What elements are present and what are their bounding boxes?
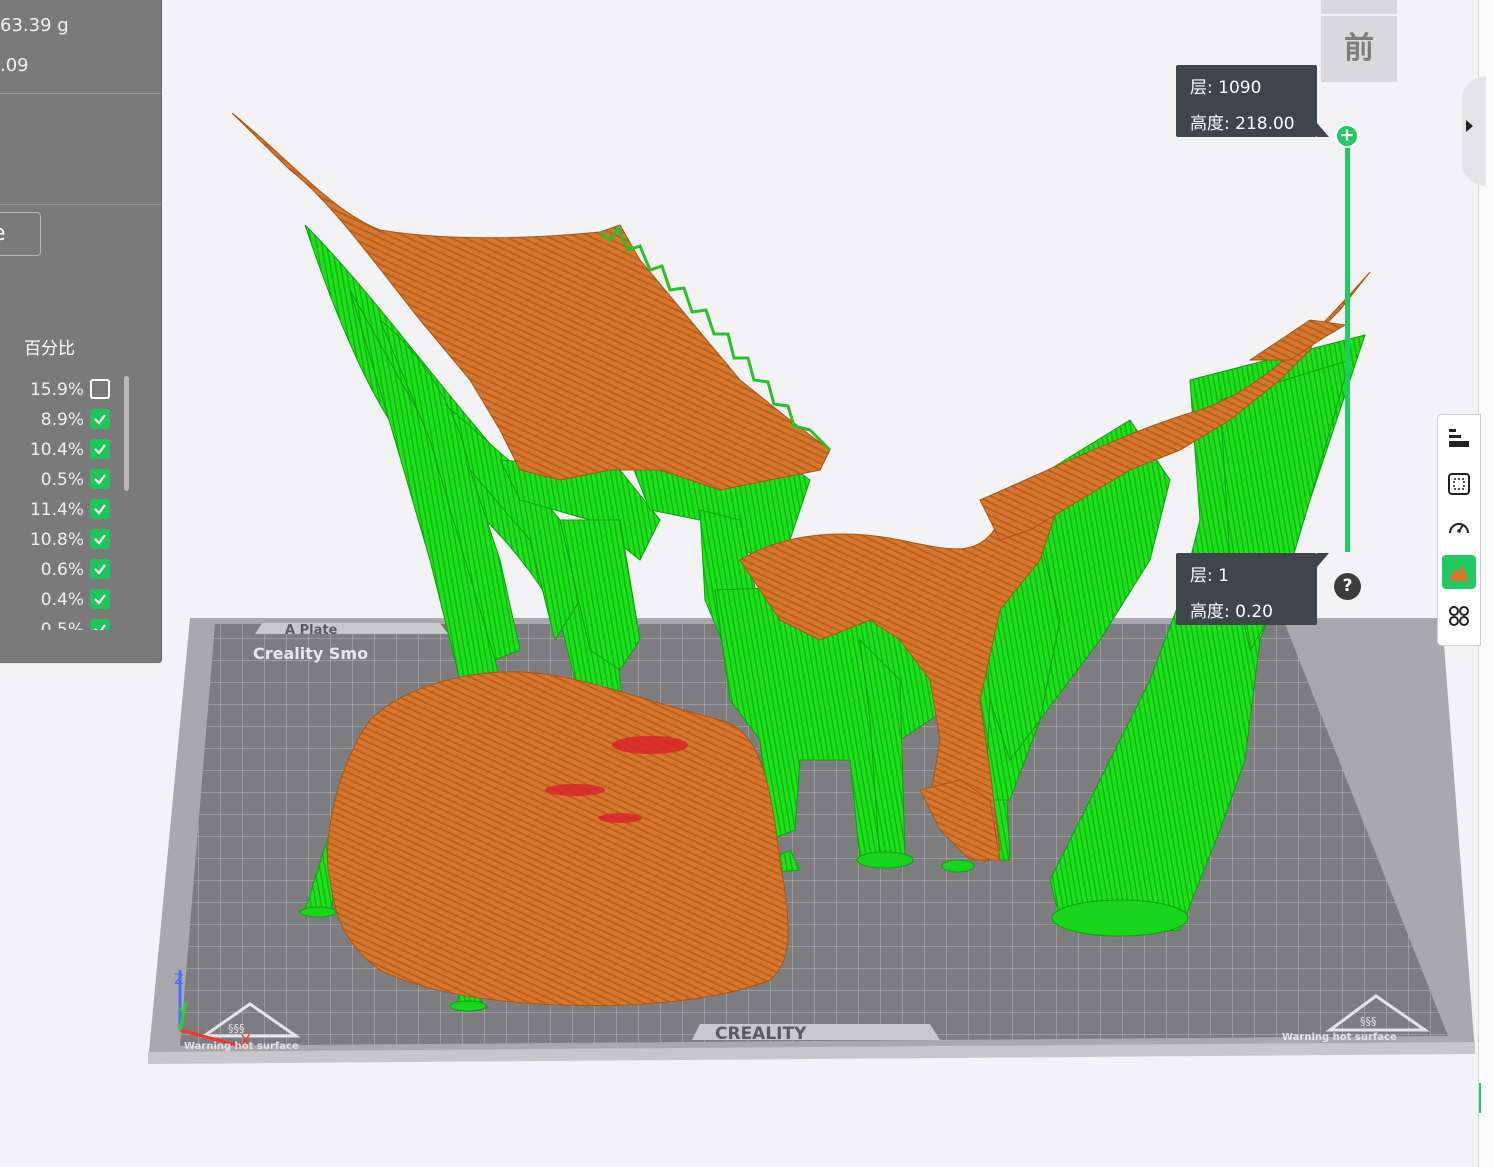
layer-tooltip-top: 层: 1090 高度: 218.00 — [1176, 65, 1329, 137]
percent-list-item[interactable]: 0.5% — [0, 466, 112, 496]
model-color-icon[interactable] — [1442, 555, 1476, 589]
percent-value: 0.6% — [40, 560, 84, 580]
layer-slider-top-handle[interactable]: + — [1335, 124, 1359, 148]
plate-warning-left: Warning hot surface — [184, 1041, 299, 1052]
slice-info-panel: 63.39 g .09 e 百分比 15.9% 8.9% 10.4% 0.5% 11.4… — [0, 0, 162, 663]
plate-name: A Plate — [285, 623, 338, 638]
bounding-box-icon[interactable] — [1442, 467, 1476, 501]
percent-list[interactable]: 15.9% 8.9% 10.4% 0.5% 11.4% 10.8% 0.6% 0.4% 0.5% — [0, 376, 120, 630]
percent-list-item[interactable]: 0.6% — [0, 556, 112, 586]
percent-list-item[interactable]: 11.4% — [0, 496, 112, 526]
percent-list-item[interactable]: 0.5% — [0, 616, 112, 630]
percent-value: 0.4% — [40, 590, 84, 610]
percent-list-item[interactable]: 15.9% — [0, 376, 112, 406]
percent-list-scrollbar[interactable] — [124, 376, 129, 491]
top-layer-number: 层: 1090 — [1190, 78, 1262, 98]
plate-warning-right: Warning hot surface — [1282, 1032, 1397, 1043]
layer-tooltip-bottom: 层: 1 高度: 0.20 — [1176, 553, 1329, 625]
checkbox-checked-icon[interactable] — [90, 439, 110, 459]
percent-value: 8.9% — [40, 410, 84, 430]
percent-value: 11.4% — [29, 500, 84, 520]
checkbox-checked-icon[interactable] — [90, 559, 110, 579]
accent-line — [1479, 1083, 1481, 1113]
panel-action-button[interactable]: e — [0, 212, 41, 256]
layer-slider-track[interactable] — [1345, 136, 1350, 552]
checkbox-checked-icon[interactable] — [90, 589, 110, 609]
divider — [0, 204, 161, 205]
plate-brand-top: Creality Smo — [253, 644, 368, 663]
percent-column-header: 百分比 — [24, 339, 75, 359]
top-layer-height: 高度: 218.00 — [1190, 114, 1295, 134]
speed-gauge-icon[interactable] — [1442, 511, 1476, 545]
filament-cost: .09 — [0, 55, 29, 76]
checkbox-checked-icon[interactable] — [90, 619, 110, 630]
percent-list-item[interactable]: 0.4% — [0, 586, 112, 616]
plate-brand-bottom: CREALITY — [715, 1024, 807, 1044]
checkbox-checked-icon[interactable] — [90, 499, 110, 519]
divider — [0, 93, 161, 94]
svg-text:Y: Y — [177, 1006, 187, 1022]
percent-value: 15.9% — [29, 380, 84, 400]
percent-value: 0.5% — [40, 470, 84, 490]
filament-weight: 63.39 g — [0, 15, 69, 36]
percent-value: 10.4% — [29, 440, 84, 460]
percent-value: 0.5% — [40, 620, 84, 630]
bottom-layer-number: 层: 1 — [1190, 566, 1229, 586]
help-icon[interactable]: ? — [1334, 573, 1361, 600]
apps-icon[interactable] — [1442, 599, 1476, 633]
svg-text:Z: Z — [174, 972, 184, 988]
layer-list-icon[interactable] — [1442, 421, 1476, 455]
percent-value: 10.8% — [29, 530, 84, 550]
bottom-layer-height: 高度: 0.20 — [1190, 602, 1273, 622]
checkbox-checked-icon[interactable] — [90, 529, 110, 549]
chevron-right-icon[interactable] — [1466, 120, 1473, 132]
percent-list-item[interactable]: 10.8% — [0, 526, 112, 556]
checkbox-checked-icon[interactable] — [90, 409, 110, 429]
percent-list-item[interactable]: 10.4% — [0, 436, 112, 466]
svg-text:§§§: §§§ — [1360, 1015, 1377, 1028]
percent-list-item[interactable]: 8.9% — [0, 406, 112, 436]
view-top-button[interactable] — [1321, 0, 1397, 14]
preview-toolbar — [1437, 414, 1481, 646]
view-front-button[interactable]: 前 — [1321, 16, 1397, 82]
checkbox-checked-icon[interactable] — [90, 469, 110, 489]
checkbox-unchecked-icon[interactable] — [90, 379, 110, 399]
